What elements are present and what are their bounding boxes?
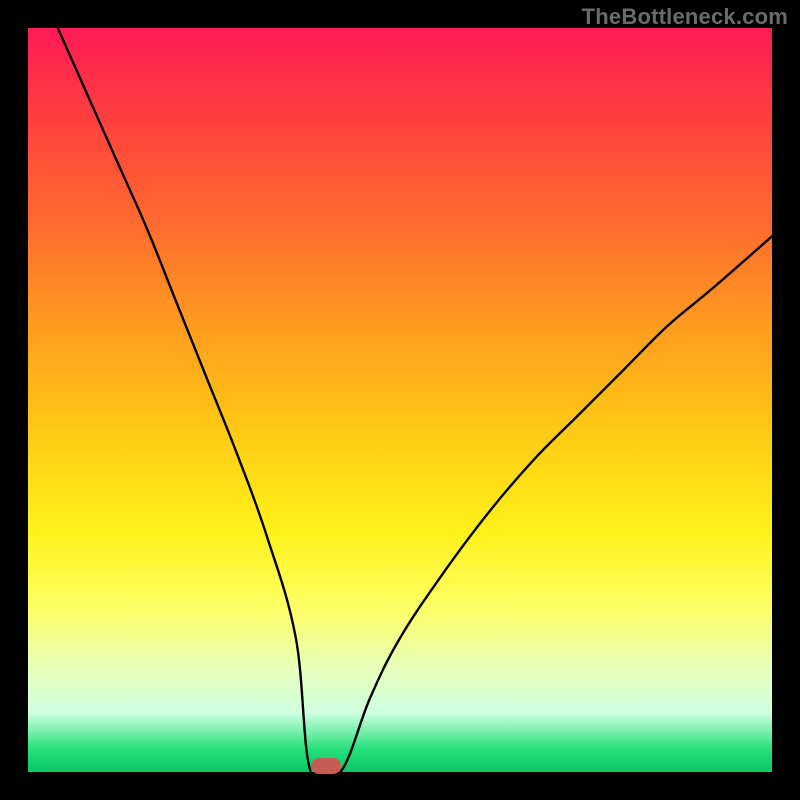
plot-area xyxy=(28,28,772,772)
bottleneck-curve xyxy=(28,28,772,772)
curve-path xyxy=(58,28,772,772)
chart-frame: TheBottleneck.com xyxy=(0,0,800,800)
watermark-text: TheBottleneck.com xyxy=(582,4,788,30)
optimal-marker xyxy=(311,758,341,774)
